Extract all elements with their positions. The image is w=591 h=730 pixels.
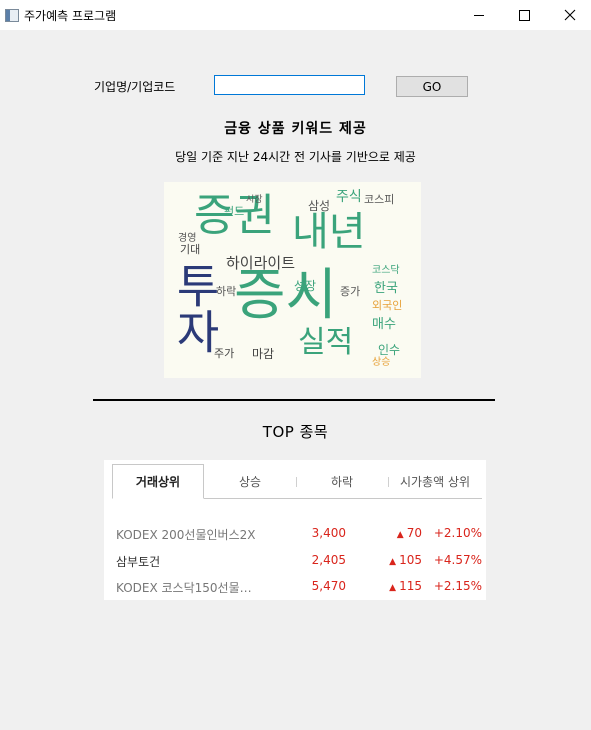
stock-change-value: 105: [399, 553, 422, 567]
up-arrow-icon: ▲: [396, 530, 404, 540]
cloud-word: 시장: [246, 195, 263, 205]
cloud-word: 성장: [294, 279, 317, 293]
stock-row[interactable]: KODEX 200선물인버스2X 3,400 ▲ 70 +2.10%: [116, 526, 486, 546]
up-arrow-icon: ▲: [389, 557, 397, 567]
cloud-word: 펀드: [224, 205, 245, 218]
cloud-word: 코스피: [364, 193, 395, 206]
stock-name[interactable]: 삼부토건: [116, 553, 266, 570]
up-arrow-icon: ▲: [389, 583, 397, 593]
stock-name[interactable]: KODEX 코스닥150선물…: [116, 579, 266, 596]
keyword-wordcloud: 증권 증시 내년 투자 실적 하이라이트 주식 코스피 삼성 한국 매수 인수 …: [164, 182, 421, 378]
cloud-word: 한국: [374, 281, 398, 296]
cloud-word: 하이라이트: [226, 254, 296, 272]
cloud-word: 외국인: [372, 299, 403, 312]
cloud-word: 경영: [178, 233, 197, 244]
cloud-word: 코스닥: [372, 265, 400, 276]
app-icon: [5, 9, 19, 22]
company-input[interactable]: [214, 75, 365, 95]
stock-row[interactable]: KODEX 코스닥150선물… 5,470 ▲ 115 +2.15%: [116, 579, 486, 599]
minimize-icon: [473, 14, 484, 16]
cloud-word: 인수: [378, 343, 401, 357]
cloud-word: 실적: [298, 325, 354, 360]
top-stocks-heading: TOP 종목: [262, 423, 329, 441]
stock-price: 5,470: [311, 579, 346, 593]
cloud-word: 하락: [216, 285, 237, 298]
cloud-word: 상승: [372, 357, 391, 368]
cloud-word: 증시: [234, 263, 338, 328]
top-stocks-panel: 거래상위 상승 하락 시가총액 상위 KODEX 200선물인버스2X 3,40…: [104, 460, 486, 600]
stock-row[interactable]: 삼부토건 2,405 ▲ 105 +4.57%: [116, 553, 486, 573]
stock-change-value: 115: [399, 579, 422, 593]
tab-rise[interactable]: 상승: [204, 464, 296, 498]
go-button[interactable]: GO: [396, 76, 468, 97]
stock-rate: +2.10%: [433, 526, 482, 540]
window-title: 주가예측 프로그램: [24, 9, 117, 23]
maximize-button[interactable]: [502, 0, 547, 30]
stock-rate: +2.15%: [433, 579, 482, 593]
tab-volume[interactable]: 거래상위: [112, 464, 204, 499]
stock-price: 3,400: [311, 526, 346, 540]
cloud-word: 증가: [340, 285, 361, 298]
tab-fall[interactable]: 하락: [296, 464, 388, 498]
stock-name[interactable]: KODEX 200선물인버스2X: [116, 526, 266, 543]
maximize-icon: [519, 9, 530, 21]
cloud-word: 주식: [336, 189, 362, 205]
stock-change: ▲ 70: [372, 526, 422, 540]
stock-change-value: 70: [406, 526, 422, 540]
cloud-word: 내년: [292, 209, 366, 255]
top-stocks-tabs: 거래상위 상승 하락 시가총액 상위: [112, 464, 482, 499]
cloud-word: 마감: [252, 347, 275, 361]
minimize-button[interactable]: [456, 0, 501, 30]
cloud-word: 투자: [168, 262, 222, 354]
company-label: 기업명/기업코드: [94, 80, 176, 94]
tab-market-cap[interactable]: 시가총액 상위: [388, 464, 482, 498]
stock-change: ▲ 115: [372, 579, 422, 593]
cloud-word: 매수: [372, 317, 396, 332]
stock-change: ▲ 105: [372, 553, 422, 567]
keywords-subtitle: 당일 기준 지난 24시간 전 기사를 기반으로 제공: [175, 150, 416, 164]
cloud-word: 삼성: [308, 199, 331, 213]
stock-rate: +4.57%: [433, 553, 482, 567]
keywords-heading: 금융 상품 키워드 제공: [224, 121, 367, 137]
cloud-word: 주가: [214, 347, 235, 360]
close-icon: [564, 9, 575, 21]
cloud-word: 기대: [180, 243, 201, 256]
title-bar: 주가예측 프로그램: [0, 0, 591, 30]
close-button[interactable]: [547, 0, 591, 30]
section-divider: [93, 399, 495, 401]
stock-price: 2,405: [311, 553, 346, 567]
